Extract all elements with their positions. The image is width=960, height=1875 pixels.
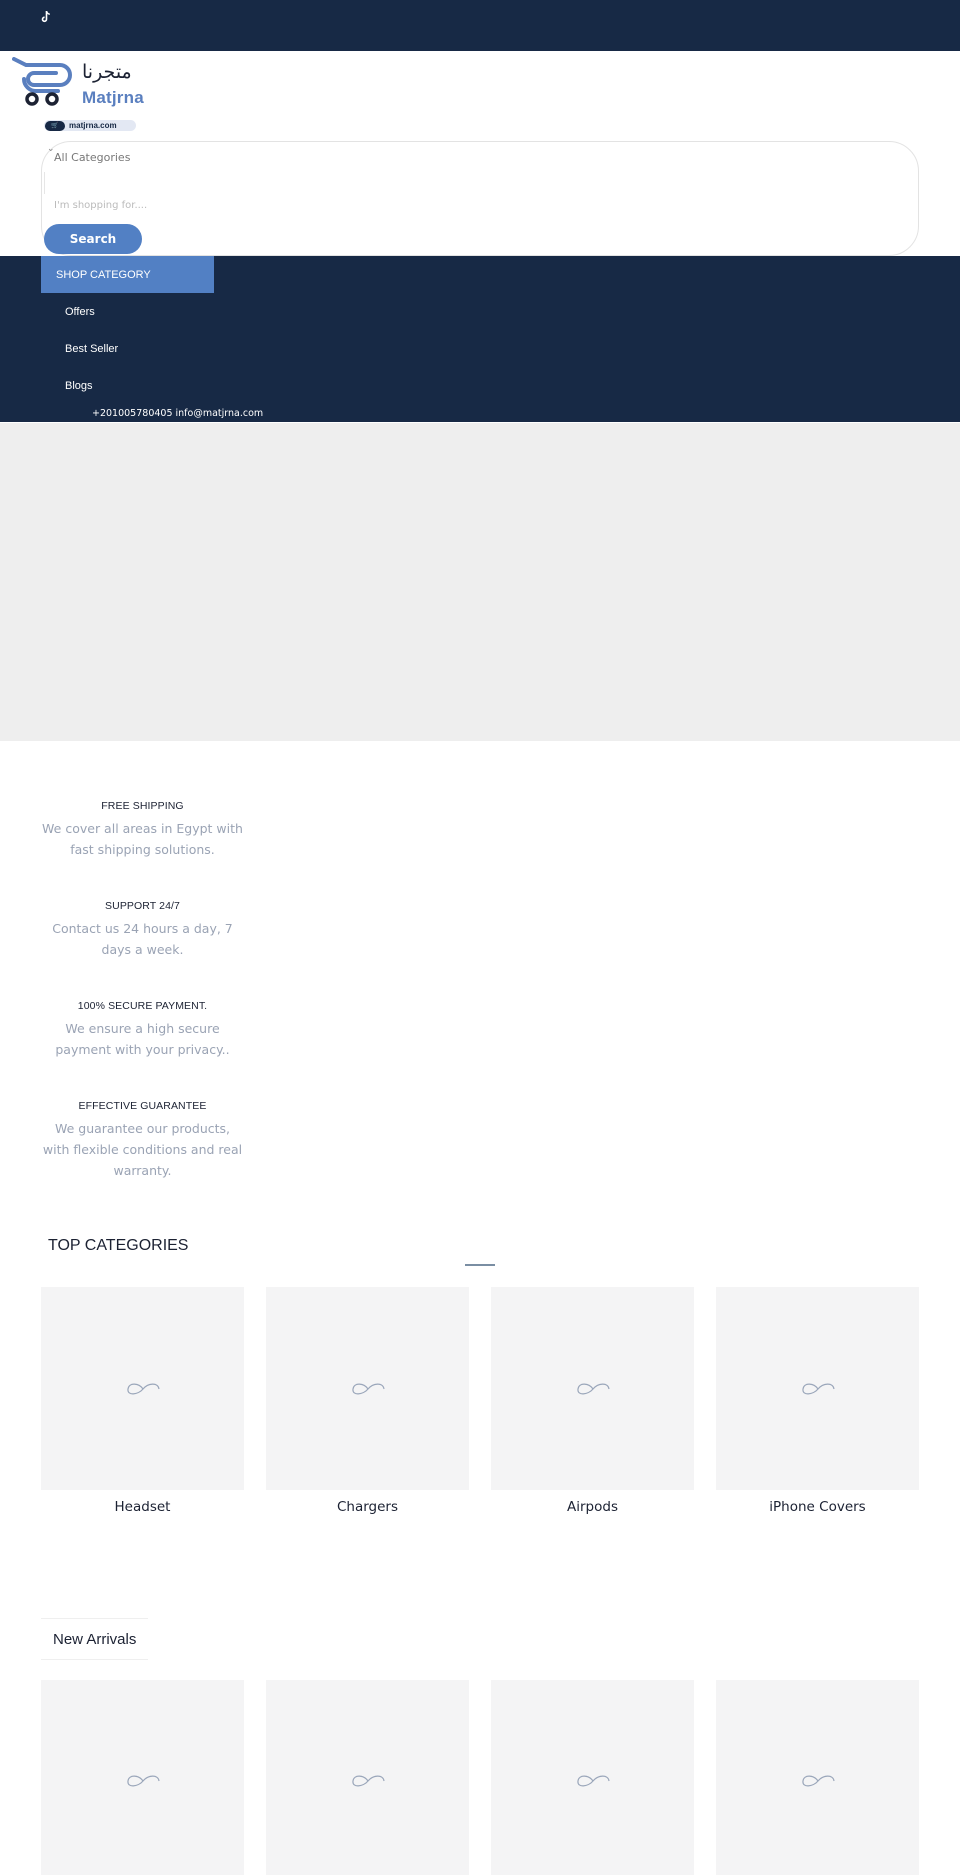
product-card[interactable] [716, 1680, 919, 1875]
feature-free-shipping: FREE SHIPPING We cover all areas in Egyp… [41, 800, 244, 860]
feature-title: EFFECTIVE GUARANTEE [78, 1100, 207, 1112]
feature-title: FREE SHIPPING [101, 800, 184, 812]
loading-icon [352, 1775, 385, 1787]
hero-banner[interactable] [0, 423, 960, 741]
loading-icon [127, 1383, 160, 1395]
category-name[interactable]: Headset [41, 1499, 244, 1515]
feature-guarantee: EFFECTIVE GUARANTEE We guarantee our pro… [41, 1100, 244, 1181]
search-button[interactable]: Search [44, 224, 142, 254]
header: متجرنا Matjrna 🛒 matjrna.com ⌄ All Categ… [0, 51, 960, 256]
logo[interactable]: متجرنا Matjrna 🛒 matjrna.com [12, 57, 144, 131]
category-select[interactable]: All Categories [54, 151, 130, 164]
search-divider [44, 172, 45, 194]
category-card-chargers[interactable]: Chargers [266, 1287, 469, 1515]
loading-icon [802, 1383, 835, 1395]
search-form: ⌄ All Categories Search [41, 141, 919, 256]
loading-icon [127, 1775, 160, 1787]
category-card-headset[interactable]: Headset [41, 1287, 244, 1515]
loading-icon [577, 1775, 610, 1787]
nav-item-offers[interactable]: Offers [65, 306, 95, 318]
category-image[interactable] [41, 1287, 244, 1490]
feature-secure-payment: 100% SECURE PAYMENT. We ensure a high se… [41, 1000, 244, 1060]
loading-icon [352, 1383, 385, 1395]
feature-description: Contact us 24 hours a day, 7 days a week… [52, 921, 233, 957]
logo-arabic-text: متجرنا [82, 61, 132, 83]
main-nav: SHOP CATEGORY Offers Best Seller Blogs +… [0, 256, 960, 422]
feature-description: We ensure a high secure payment with you… [55, 1021, 230, 1057]
contact-info: +201005780405 info@matjrna.com [92, 408, 264, 419]
feature-title: SUPPORT 24/7 [105, 900, 180, 912]
top-categories-title: TOP CATEGORIES [48, 1237, 189, 1254]
product-card[interactable] [491, 1680, 694, 1875]
logo-domain-text: matjrna.com [69, 121, 117, 130]
logo-latin-text: Matjrna [82, 88, 144, 107]
top-bar [0, 0, 960, 51]
tab-new-arrivals[interactable]: New Arrivals [41, 1618, 148, 1660]
loading-icon [802, 1775, 835, 1787]
category-name[interactable]: Chargers [266, 1499, 469, 1515]
product-card[interactable] [41, 1680, 244, 1875]
cart-logo-icon [12, 57, 72, 106]
feature-description: We guarantee our products, with flexible… [42, 1121, 243, 1178]
category-card-airpods[interactable]: Airpods [491, 1287, 694, 1515]
loading-icon [577, 1383, 610, 1395]
tiktok-icon[interactable] [40, 9, 52, 23]
logo-domain-badge: 🛒 matjrna.com [44, 120, 136, 131]
search-input[interactable] [54, 200, 754, 211]
product-card[interactable] [266, 1680, 469, 1875]
category-name[interactable]: iPhone Covers [716, 1499, 919, 1515]
category-name[interactable]: Airpods [491, 1499, 694, 1515]
category-card-iphone-covers[interactable]: iPhone Covers [716, 1287, 919, 1515]
feature-description: We cover all areas in Egypt with fast sh… [42, 821, 243, 857]
nav-item-best-seller[interactable]: Best Seller [65, 343, 118, 355]
category-image[interactable] [266, 1287, 469, 1490]
feature-support: SUPPORT 24/7 Contact us 24 hours a day, … [41, 900, 244, 960]
category-image[interactable] [491, 1287, 694, 1490]
section-underline [465, 1264, 495, 1266]
cart-small-icon: 🛒 [45, 120, 65, 131]
feature-title: 100% SECURE PAYMENT. [77, 1000, 208, 1012]
category-image[interactable] [716, 1287, 919, 1490]
shop-category-button[interactable]: SHOP CATEGORY [41, 256, 214, 293]
nav-item-blogs[interactable]: Blogs [65, 380, 93, 392]
